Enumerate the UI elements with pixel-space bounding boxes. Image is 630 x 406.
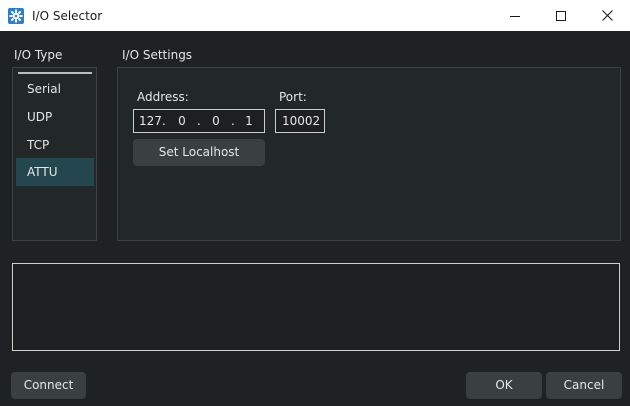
io-type-item-tcp[interactable]: TCP bbox=[16, 131, 94, 159]
set-localhost-button[interactable]: Set Localhost bbox=[133, 139, 265, 166]
maximize-icon bbox=[556, 10, 566, 21]
address-octet-1[interactable]: 127 bbox=[139, 110, 162, 132]
close-icon bbox=[601, 10, 613, 21]
title-bar: I/O Selector bbox=[0, 0, 630, 31]
port-input[interactable]: 10002 bbox=[275, 109, 325, 133]
app-gear-icon bbox=[8, 8, 24, 24]
address-input[interactable]: 127 . 0 . 0 . 1 bbox=[133, 109, 265, 133]
window-title: I/O Selector bbox=[32, 9, 103, 23]
cancel-button[interactable]: Cancel bbox=[546, 372, 622, 399]
io-type-item-serial[interactable]: Serial bbox=[16, 75, 94, 103]
io-type-label: I/O Type bbox=[14, 48, 63, 62]
io-type-item-udp[interactable]: UDP bbox=[16, 103, 94, 131]
port-label: Port: bbox=[279, 90, 307, 104]
address-octet-4[interactable]: 1 bbox=[241, 110, 257, 132]
address-separator: . bbox=[231, 114, 235, 128]
io-type-item-attu[interactable]: ATTU bbox=[16, 158, 94, 186]
ok-button[interactable]: OK bbox=[466, 372, 542, 399]
address-separator: . bbox=[162, 114, 166, 128]
list-scroll-indicator bbox=[18, 72, 92, 74]
address-octet-3[interactable]: 0 bbox=[208, 110, 224, 132]
address-separator: . bbox=[197, 114, 201, 128]
io-type-list[interactable]: Serial UDP TCP ATTU bbox=[12, 67, 97, 241]
address-label: Address: bbox=[137, 90, 189, 104]
maximize-button[interactable] bbox=[538, 0, 584, 31]
connect-button[interactable]: Connect bbox=[11, 372, 86, 399]
minimize-icon bbox=[510, 15, 520, 17]
close-button[interactable] bbox=[584, 0, 630, 31]
io-settings-label: I/O Settings bbox=[122, 48, 193, 62]
minimize-button[interactable] bbox=[492, 0, 538, 31]
output-textarea[interactable] bbox=[12, 263, 620, 351]
address-octet-2[interactable]: 0 bbox=[174, 110, 190, 132]
